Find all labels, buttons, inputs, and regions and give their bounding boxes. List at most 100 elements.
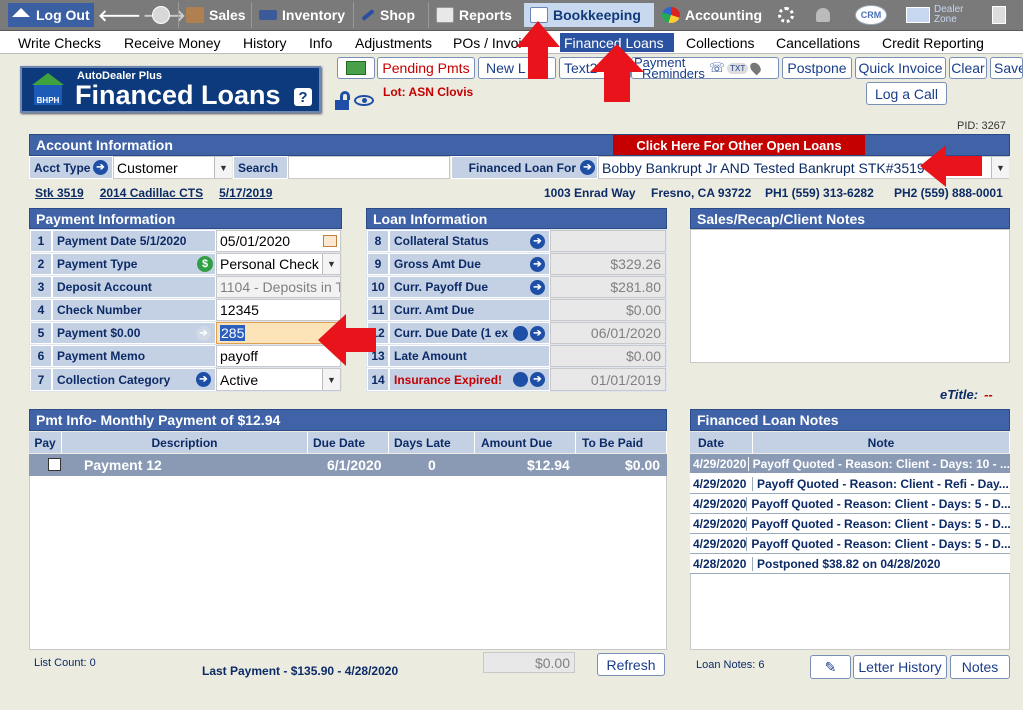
lookup-icon[interactable]: ➔	[580, 160, 595, 175]
list-item[interactable]: 4/29/2020 Payoff Quoted - Reason: Client…	[690, 534, 1010, 554]
print-icon[interactable]	[513, 325, 528, 341]
postpone-button[interactable]: Postpone	[782, 57, 852, 79]
signature-button[interactable]: ✎	[810, 655, 851, 679]
tab-info[interactable]: Info	[305, 33, 336, 52]
sale-date-link[interactable]: 5/17/2019	[219, 186, 272, 200]
back-arrow-icon[interactable]: 🡐	[98, 5, 143, 26]
user-face-icon[interactable]	[152, 3, 176, 27]
list-item[interactable]: 4/29/2020 Payoff Quoted - Reason: Client…	[690, 494, 1010, 514]
chevron-down-icon[interactable]: ▼	[322, 369, 340, 390]
pid-label: PID: 3267	[957, 120, 1006, 132]
tab-receive-money[interactable]: Receive Money	[120, 33, 225, 52]
notification-bell-icon[interactable]	[816, 3, 838, 27]
lookup-icon[interactable]: ➔	[530, 279, 545, 295]
tab-financed-loans[interactable]: Financed Loans	[560, 33, 674, 52]
print-icon[interactable]	[513, 372, 528, 387]
notes-button[interactable]: Notes	[950, 655, 1010, 679]
lookup-icon[interactable]: ➔	[530, 325, 545, 341]
crm-button[interactable]: CRM	[855, 3, 889, 27]
loan-notes-header: Financed Loan Notes	[690, 409, 1010, 431]
payment-date-label: Payment Date 5/1/2020	[52, 230, 216, 252]
payment-memo-input[interactable]: payoff	[216, 345, 341, 367]
unlock-icon[interactable]	[335, 91, 351, 110]
calendar-icon[interactable]	[323, 235, 337, 247]
help-icon[interactable]: ?	[294, 88, 312, 106]
gross-amt-due-label: Gross Amt Due ➔	[389, 253, 550, 275]
history-nav-arrows[interactable]: 🡐🡒▼	[98, 3, 198, 27]
sales-notes-textarea[interactable]	[690, 229, 1010, 363]
nav-accounting[interactable]: Accounting	[656, 3, 772, 27]
late-amount-label: Late Amount	[389, 345, 550, 367]
tab-history[interactable]: History	[239, 33, 291, 52]
dealer-zone-button[interactable]: Dealer Zone	[906, 3, 972, 27]
crm-icon: CRM	[855, 5, 887, 25]
pmt-total-value: $0.00	[483, 652, 575, 673]
payment-date-input[interactable]: 05/01/2020	[216, 230, 341, 252]
calculator-icon[interactable]	[992, 3, 1014, 27]
payment-amount-input[interactable]: 285	[216, 322, 341, 344]
logout-button[interactable]: Log Out	[8, 3, 94, 27]
financed-loan-for-select[interactable]: Bobby Bankrupt Jr AND Tested Bankrupt ST…	[598, 156, 1009, 179]
payment-reminders-button[interactable]: Payment Reminders ☏ TXT	[631, 57, 779, 79]
lookup-icon[interactable]: ➔	[530, 233, 545, 249]
list-item[interactable]: 4/29/2020 Payoff Quoted - Reason: Client…	[690, 454, 1010, 474]
nav-shop[interactable]: Shop	[355, 3, 427, 27]
text-button[interactable]: Text2	[559, 57, 631, 79]
pending-payments-button[interactable]: Pending Pmts	[377, 57, 475, 79]
tab-write-checks[interactable]: Write Checks	[14, 33, 105, 52]
financed-loans-logo: BHPH AutoDealer Plus Financed Loans ?	[20, 66, 321, 113]
lookup-icon[interactable]: ➔	[530, 372, 545, 387]
pay-checkbox[interactable]	[48, 458, 61, 471]
tab-pos-invoices[interactable]: POs / Invoi	[449, 33, 525, 52]
tab-cancellations[interactable]: Cancellations	[772, 33, 864, 52]
search-input[interactable]	[288, 156, 450, 179]
col-days-late: Days Late	[389, 432, 475, 453]
page-title: Financed Loans	[75, 80, 281, 110]
other-open-loans-button[interactable]: Click Here For Other Open Loans	[613, 135, 865, 155]
dollar-icon[interactable]: $	[197, 256, 213, 272]
insurance-expired-label: Insurance Expired! ➔	[389, 368, 550, 391]
auto-fill-icon[interactable]: ➔	[196, 325, 211, 341]
refresh-button[interactable]: Refresh	[597, 653, 665, 676]
new-loan-button[interactable]: New L	[478, 57, 556, 79]
chevron-down-icon[interactable]: ▼	[214, 157, 232, 178]
eye-icon[interactable]	[354, 95, 374, 106]
nav-sales[interactable]: Sales	[180, 3, 250, 27]
chevron-down-icon[interactable]: ▼	[991, 157, 1009, 178]
payment-amount-label: Payment $0.00 ➔	[52, 322, 216, 344]
letter-history-button[interactable]: Letter History	[853, 655, 947, 679]
quick-invoice-button[interactable]: Quick Invoice	[855, 57, 946, 79]
phone-1: PH1 (559) 313-6282	[765, 186, 874, 200]
settings-gear-icon[interactable]	[778, 3, 800, 27]
deposit-account-select[interactable]: 1104 - Deposits in T	[216, 276, 341, 298]
clear-button[interactable]: Clear	[949, 57, 987, 79]
collateral-status-value	[550, 230, 666, 252]
chevron-down-icon[interactable]: ▼	[322, 254, 340, 274]
vehicle-link[interactable]: 2014 Cadillac CTS	[100, 186, 203, 200]
list-item[interactable]: 4/28/2020 Postponed $38.82 on 04/28/2020	[690, 554, 1010, 574]
etitle-status: eTitle: --	[940, 387, 993, 402]
nav-bookkeeping[interactable]: Bookkeeping	[524, 3, 654, 27]
list-item[interactable]: 4/29/2020 Payoff Quoted - Reason: Client…	[690, 474, 1010, 494]
lookup-icon[interactable]: ➔	[196, 372, 211, 387]
tab-adjustments[interactable]: Adjustments	[351, 33, 436, 52]
log-a-call-button[interactable]: Log a Call	[866, 82, 947, 105]
nav-inventory[interactable]: Inventory	[253, 3, 351, 27]
nav-reports[interactable]: Reports	[430, 3, 520, 27]
bhph-house-icon: BHPH	[32, 73, 64, 107]
home-icon	[12, 7, 30, 17]
lookup-icon[interactable]: ➔	[93, 160, 108, 175]
tab-credit-reporting[interactable]: Credit Reporting	[878, 33, 988, 52]
folder-money-icon	[346, 61, 366, 75]
lookup-icon[interactable]: ➔	[530, 256, 545, 272]
pie-chart-icon	[662, 7, 680, 23]
list-item[interactable]: 4/29/2020 Payoff Quoted - Reason: Client…	[690, 514, 1010, 534]
tab-collections[interactable]: Collections	[682, 33, 758, 52]
check-number-input[interactable]: 12345	[216, 299, 341, 321]
receipt-folder-button[interactable]	[337, 57, 375, 79]
payment-type-label: Payment Type $	[52, 253, 216, 275]
save-button[interactable]: Save	[990, 57, 1023, 79]
bhph-badge: BHPH	[34, 85, 62, 105]
stock-link[interactable]: Stk 3519	[35, 186, 84, 200]
table-row[interactable]: Payment 12 6/1/2020 0 $12.94 $0.00	[29, 454, 667, 476]
